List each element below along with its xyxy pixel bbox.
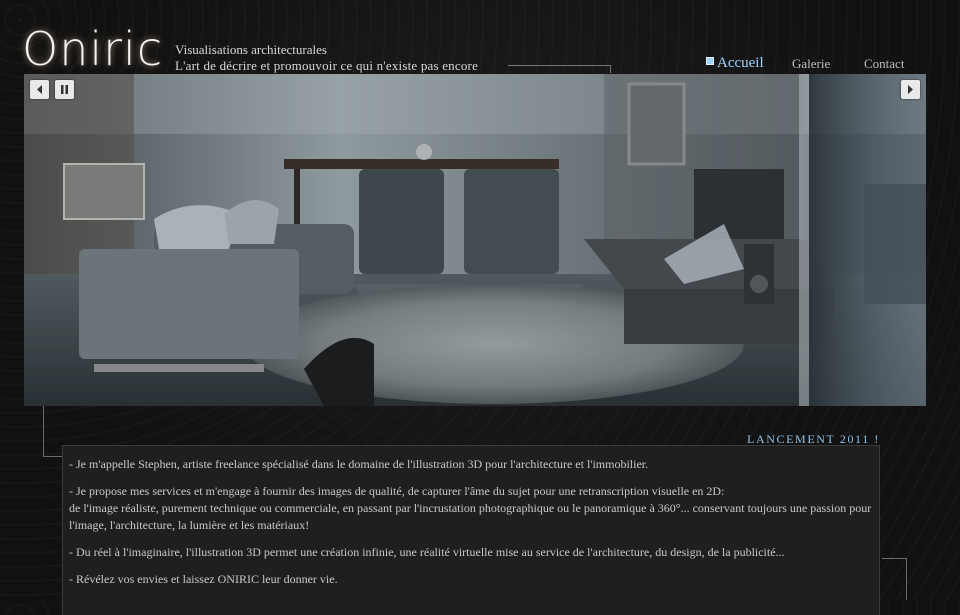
intro-paragraph-4: - Révélez vos envies et laissez ONIRIC l… <box>69 572 338 586</box>
active-bullet-icon <box>706 57 714 65</box>
tagline-subtitle: L'art de décrire et promouvoir ce qui n'… <box>175 58 479 73</box>
chevron-left-icon <box>37 85 42 94</box>
tagline-title: Visualisations architecturales <box>175 42 327 57</box>
nav-item-galerie[interactable]: Galerie <box>792 56 830 72</box>
decorative-frame-line <box>43 456 62 457</box>
decorative-rule <box>508 65 611 66</box>
slide-image <box>24 74 926 406</box>
tagline: Visualisations architecturales L'art de … <box>175 42 478 74</box>
intro-paragraph-3: - Du réel à l'imaginaire, l'illustration… <box>69 545 785 559</box>
nav-label-contact: Contact <box>864 56 905 71</box>
nav-item-accueil[interactable]: Accueil <box>706 55 764 72</box>
decorative-rule-drop <box>610 65 611 73</box>
intro-paragraph-2-line1: - Je propose mes services et m'engage à … <box>69 484 725 498</box>
pause-icon <box>61 85 68 94</box>
pause-slideshow-button[interactable] <box>55 80 74 99</box>
chevron-right-icon <box>908 85 913 94</box>
nav-item-contact[interactable]: Contact <box>864 56 904 72</box>
image-slider[interactable] <box>24 74 926 406</box>
decorative-frame-line <box>43 406 44 456</box>
prev-slide-button[interactable] <box>30 80 49 99</box>
decorative-frame-line <box>882 558 906 559</box>
intro-paragraph-1: - Je m'appelle Stephen, artiste freelanc… <box>69 457 649 471</box>
intro-paragraph-2-line2: de l'image réaliste, purement technique … <box>69 501 872 532</box>
next-slide-button[interactable] <box>901 80 920 99</box>
decorative-frame-line <box>906 558 907 600</box>
intro-paragraph-2: - Je propose mes services et m'engage à … <box>69 483 873 534</box>
oniric-logo[interactable]: Oniric <box>22 22 163 76</box>
nav-label-accueil: Accueil <box>717 55 764 71</box>
nav-label-galerie: Galerie <box>792 56 831 71</box>
intro-panel: - Je m'appelle Stephen, artiste freelanc… <box>62 445 880 615</box>
